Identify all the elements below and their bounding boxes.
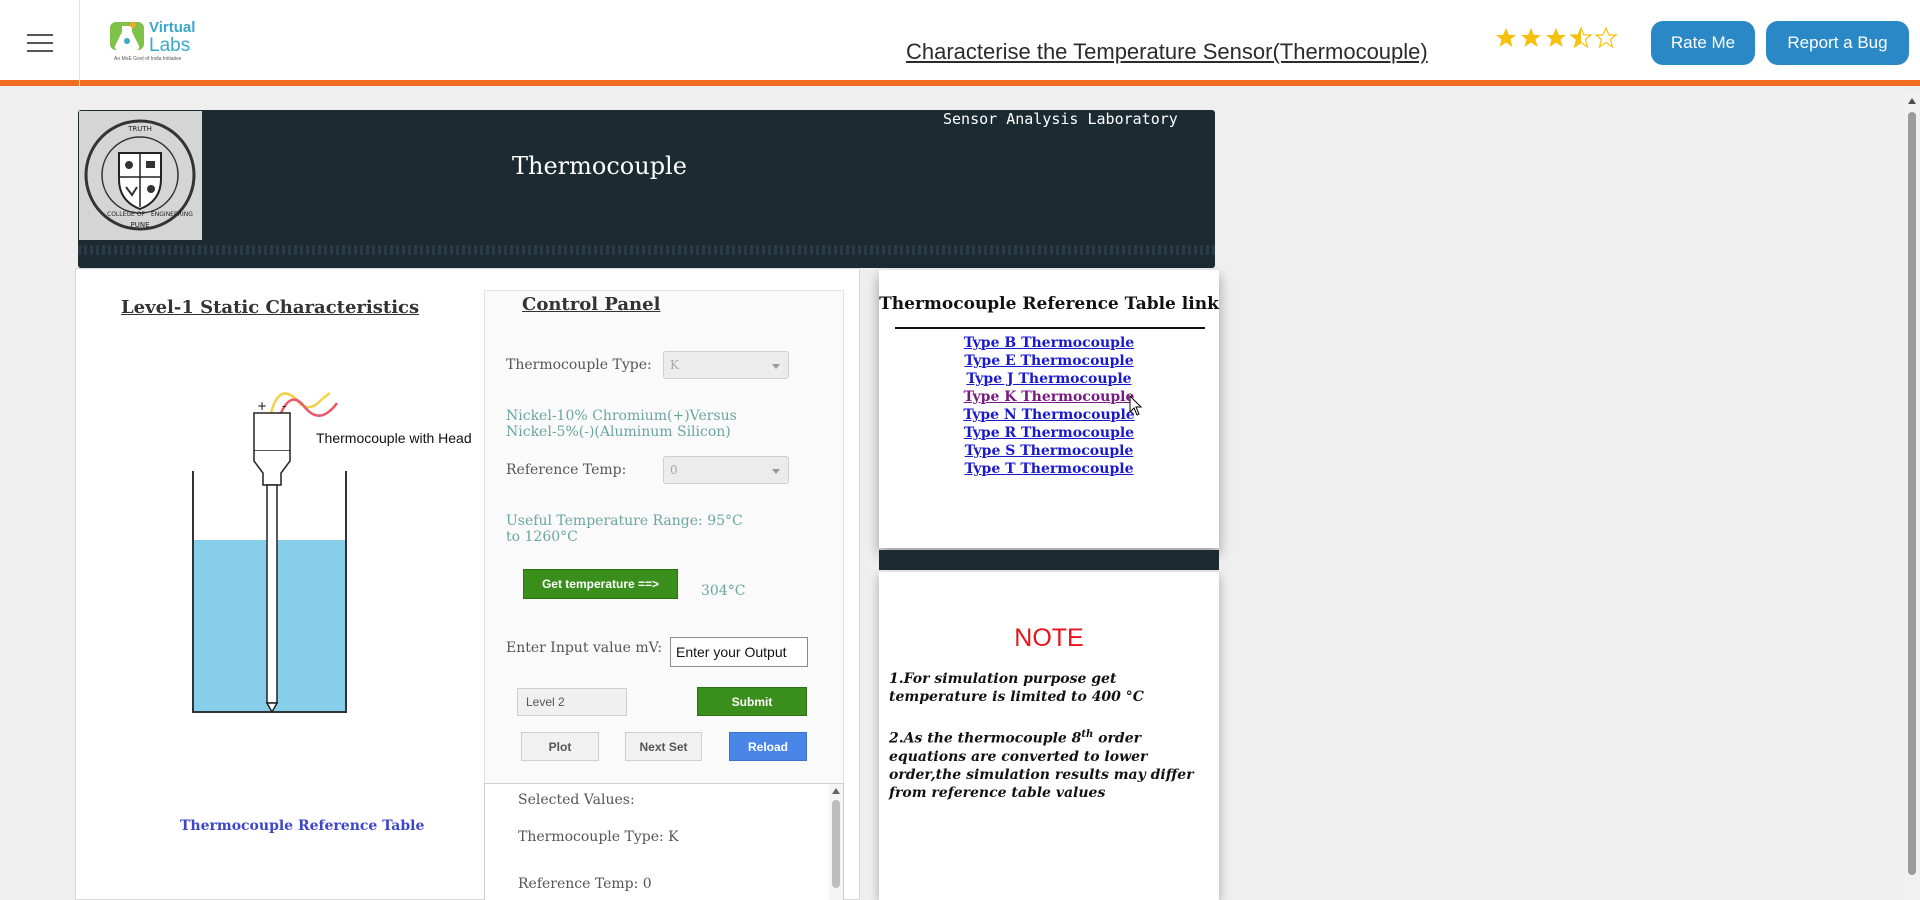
type-j-link[interactable]: Type J Thermocouple — [879, 370, 1219, 388]
type-r-link[interactable]: Type R Thermocouple — [879, 424, 1219, 442]
level-title: Level-1 Static Characteristics — [121, 297, 420, 318]
thermocouple-head-label: Thermocouple with Head — [316, 430, 472, 446]
experiment-title: Thermocouple — [512, 152, 687, 180]
star-full-icon — [1546, 28, 1566, 47]
next-set-button[interactable]: Next Set — [625, 732, 702, 761]
crest-left-text: COLLEGE OF — [107, 211, 145, 218]
note-item-2: 2.As the thermocouple 8th order equation… — [889, 729, 1194, 801]
crest-top-text: TRUTH — [127, 125, 152, 133]
type-description-line2: Nickel-5%(-)(Aluminum Silicon) — [506, 424, 731, 440]
note-item-1: 1.For simulation purpose get temperature… — [889, 671, 1144, 705]
flask-icon — [110, 22, 144, 51]
star-full-icon — [1521, 28, 1541, 47]
values-scrollbar-thumb[interactable] — [832, 800, 840, 888]
star-full-icon — [1496, 28, 1516, 47]
logo-tagline: An MoE Govt of India Initiative — [114, 56, 182, 62]
chevron-down-icon — [772, 364, 780, 369]
temperature-range-line1: Useful Temperature Range: 95°C — [506, 513, 743, 529]
star-half-icon — [1569, 26, 1593, 49]
reload-button[interactable]: Reload — [729, 732, 807, 761]
input-mv-field[interactable] — [670, 637, 808, 667]
input-mv-label: Enter Input value mV: — [506, 640, 663, 656]
lab-header: TRUTH PUNE COLLEGE OF ENGINEERING — [78, 110, 1215, 268]
reference-temp-value: 0 — [670, 463, 678, 477]
get-temperature-button[interactable]: Get temperature ==> — [523, 569, 678, 599]
scrollbar-thumb[interactable] — [1908, 112, 1916, 875]
top-bar: Virtual Labs An MoE Govt of India Initia… — [0, 0, 1920, 86]
type-n-link[interactable]: Type N Thermocouple — [879, 406, 1219, 424]
values-scrollbar[interactable] — [829, 784, 843, 900]
thermocouple-type-label: Thermocouple Type: — [506, 357, 652, 373]
reference-temp-select[interactable]: 0 — [663, 456, 789, 484]
thermocouple-head — [253, 412, 291, 452]
header-strip — [78, 245, 1215, 255]
rate-me-button[interactable]: Rate Me — [1651, 21, 1755, 65]
note-title: NOTE — [1014, 624, 1084, 652]
reference-link-list: Type B Thermocouple Type E Thermocouple … — [879, 334, 1219, 478]
divider — [895, 327, 1205, 329]
college-crest-logo: TRUTH PUNE COLLEGE OF ENGINEERING — [79, 111, 202, 240]
selected-ref-temp: Reference Temp: 0 — [518, 876, 652, 892]
thermocouple-type-value: K — [670, 358, 679, 372]
star-empty-icon — [1594, 26, 1618, 49]
report-bug-button[interactable]: Report a Bug — [1766, 21, 1909, 65]
submit-button[interactable]: Submit — [697, 687, 807, 716]
mouse-cursor-icon — [1129, 395, 1143, 416]
chevron-down-icon — [772, 469, 780, 474]
page-title: Characterise the Temperature Sensor(Ther… — [906, 39, 1428, 64]
page-scrollbar[interactable] — [1903, 92, 1920, 900]
type-b-link[interactable]: Type B Thermocouple — [879, 334, 1219, 352]
scroll-up-icon[interactable] — [1908, 98, 1916, 104]
note-panel: NOTE 1.For simulation purpose get temper… — [879, 572, 1219, 900]
lab-name: Sensor Analysis Laboratory — [943, 110, 1178, 128]
hamburger-menu-icon[interactable] — [0, 0, 80, 86]
minus-sign: - — [282, 399, 286, 413]
reference-temp-label: Reference Temp: — [506, 462, 627, 478]
crest-icon: TRUTH PUNE COLLEGE OF ENGINEERING — [84, 119, 196, 231]
type-e-link[interactable]: Type E Thermocouple — [879, 352, 1219, 370]
scroll-up-icon[interactable] — [832, 788, 840, 794]
probe-stem — [266, 484, 278, 704]
panel-separator — [879, 550, 1219, 570]
rating-stars[interactable] — [1494, 26, 1618, 50]
control-panel-title: Control Panel — [522, 294, 661, 315]
type-k-link[interactable]: Type K Thermocouple — [879, 388, 1219, 406]
crest-bottom-text: PUNE — [130, 221, 149, 229]
level-field: Level 2 — [517, 688, 627, 716]
selected-values-heading: Selected Values: — [518, 792, 635, 808]
plot-button[interactable]: Plot — [521, 732, 599, 761]
reference-panel-title: Thermocouple Reference Table link — [879, 294, 1219, 314]
thermocouple-type-select[interactable]: K — [663, 351, 789, 379]
type-description-line1: Nickel-10% Chromium(+)Versus — [506, 408, 737, 424]
logo-text: Virtual Labs — [149, 19, 196, 56]
selected-type: Thermocouple Type: K — [518, 829, 679, 845]
reference-table-link[interactable]: Thermocouple Reference Table — [180, 818, 424, 834]
crest-right-text: ENGINEERING — [151, 211, 193, 218]
selected-values-box[interactable]: Selected Values: Thermocouple Type: K Re… — [484, 783, 844, 900]
temperature-range-line2: to 1260°C — [506, 529, 578, 545]
type-s-link[interactable]: Type S Thermocouple — [879, 442, 1219, 460]
type-t-link[interactable]: Type T Thermocouple — [879, 460, 1219, 478]
virtual-labs-logo[interactable]: Virtual Labs An MoE Govt of India Initia… — [108, 16, 202, 66]
thermocouple-diagram: + - — [192, 391, 347, 714]
plus-sign: + — [257, 399, 267, 413]
temperature-readout: 304°C — [701, 583, 746, 599]
reference-table-panel: Thermocouple Reference Table link Type B… — [879, 270, 1219, 548]
